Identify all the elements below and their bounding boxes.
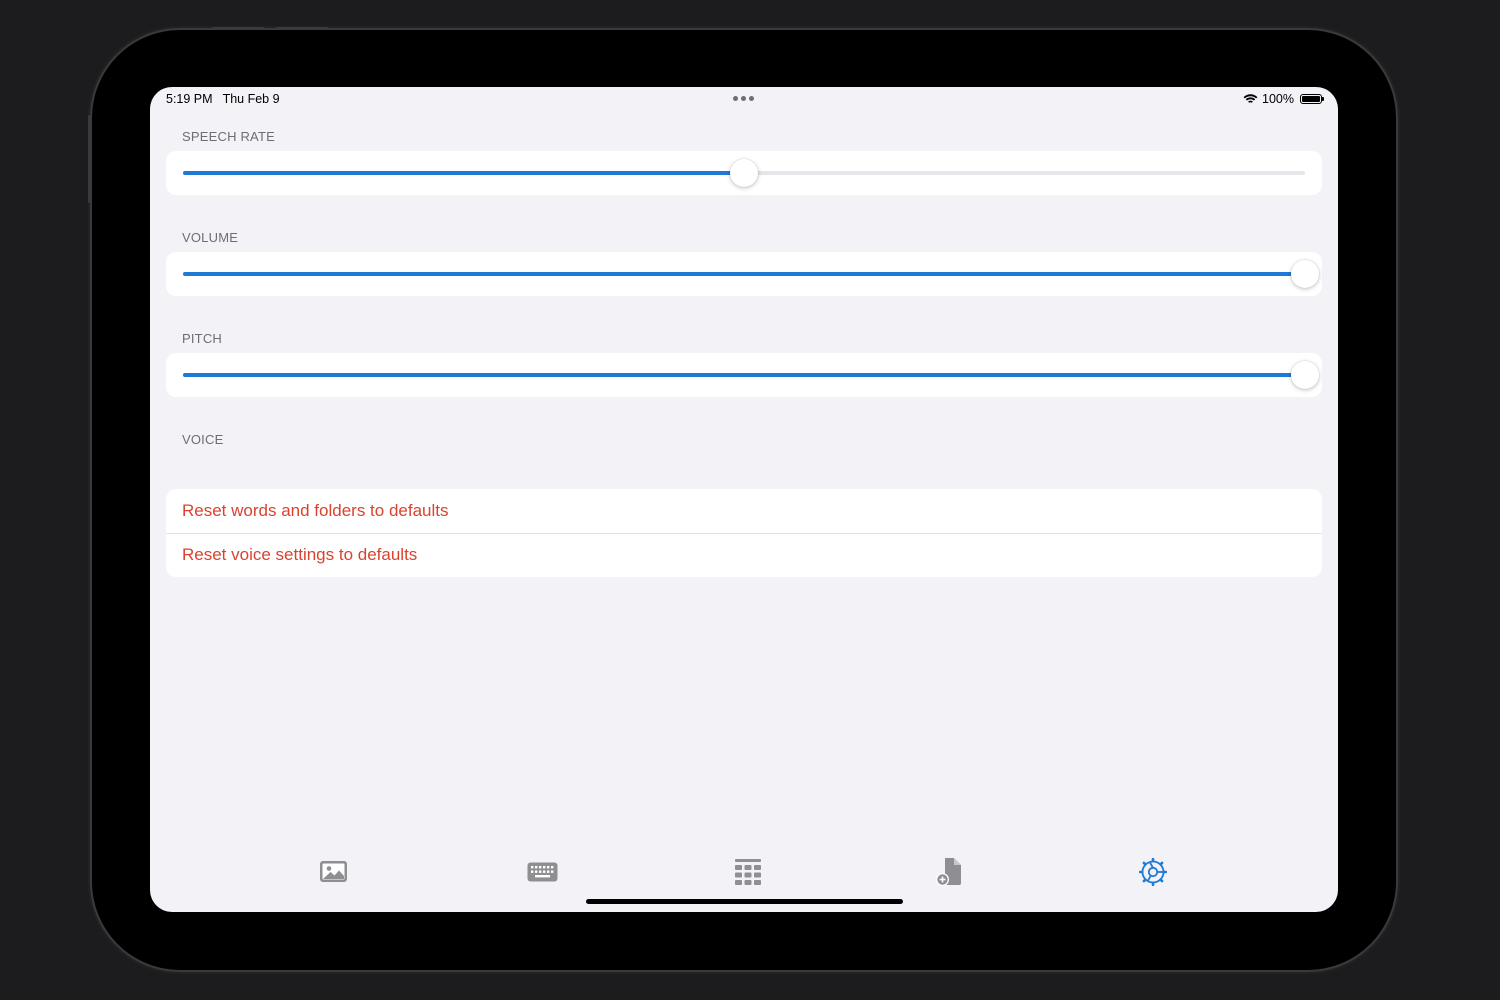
volume-card bbox=[166, 252, 1322, 296]
home-indicator[interactable] bbox=[586, 899, 903, 904]
keyboard-icon bbox=[527, 862, 557, 882]
status-date: Thu Feb 9 bbox=[222, 92, 280, 106]
volume-slider-thumb[interactable] bbox=[1291, 260, 1319, 288]
pitch-slider[interactable] bbox=[183, 361, 1319, 389]
pitch-slider-fill bbox=[183, 373, 1305, 377]
speech-rate-slider-thumb[interactable] bbox=[730, 159, 758, 187]
reset-actions-card: Reset words and folders to defaults Rese… bbox=[166, 489, 1322, 577]
speech-rate-card bbox=[166, 151, 1322, 195]
reset-words-folders-button[interactable]: Reset words and folders to defaults bbox=[166, 489, 1322, 533]
speech-rate-slider-fill bbox=[183, 171, 744, 175]
tab-add-document[interactable] bbox=[930, 852, 970, 892]
device-top-button-right bbox=[276, 27, 328, 30]
voice-header: VOICE bbox=[182, 432, 224, 447]
pitch-card bbox=[166, 353, 1322, 397]
app-screen: 5:19 PM Thu Feb 9 100% SPEECH RATE VOLUME bbox=[150, 87, 1338, 912]
volume-slider[interactable] bbox=[183, 260, 1319, 288]
wifi-icon bbox=[1243, 93, 1258, 104]
volume-slider-fill bbox=[183, 272, 1305, 276]
device-top-button-left bbox=[212, 27, 264, 30]
speech-rate-header: SPEECH RATE bbox=[182, 129, 275, 144]
tab-photos[interactable] bbox=[314, 852, 354, 892]
battery-percentage: 100% bbox=[1262, 92, 1294, 106]
pitch-slider-thumb[interactable] bbox=[1291, 361, 1319, 389]
document-add-icon bbox=[936, 858, 961, 886]
grid-icon bbox=[735, 859, 761, 885]
pitch-header: PITCH bbox=[182, 331, 222, 346]
reset-voice-settings-button[interactable]: Reset voice settings to defaults bbox=[166, 533, 1322, 577]
tab-bar bbox=[150, 852, 1338, 892]
speech-rate-slider[interactable] bbox=[183, 159, 1305, 187]
device-side-button bbox=[88, 115, 91, 203]
status-datetime: 5:19 PM Thu Feb 9 bbox=[166, 92, 280, 106]
photo-icon bbox=[320, 861, 347, 882]
multitasking-dots-icon[interactable] bbox=[733, 96, 754, 101]
gear-icon bbox=[1139, 858, 1167, 886]
battery-icon bbox=[1300, 94, 1324, 104]
status-bar: 5:19 PM Thu Feb 9 100% bbox=[150, 87, 1338, 111]
status-indicators: 100% bbox=[1243, 92, 1324, 106]
status-time: 5:19 PM bbox=[166, 92, 213, 106]
tab-settings[interactable] bbox=[1133, 852, 1173, 892]
tab-grid[interactable] bbox=[728, 852, 768, 892]
volume-header: VOLUME bbox=[182, 230, 239, 245]
tab-keyboard[interactable] bbox=[522, 852, 562, 892]
